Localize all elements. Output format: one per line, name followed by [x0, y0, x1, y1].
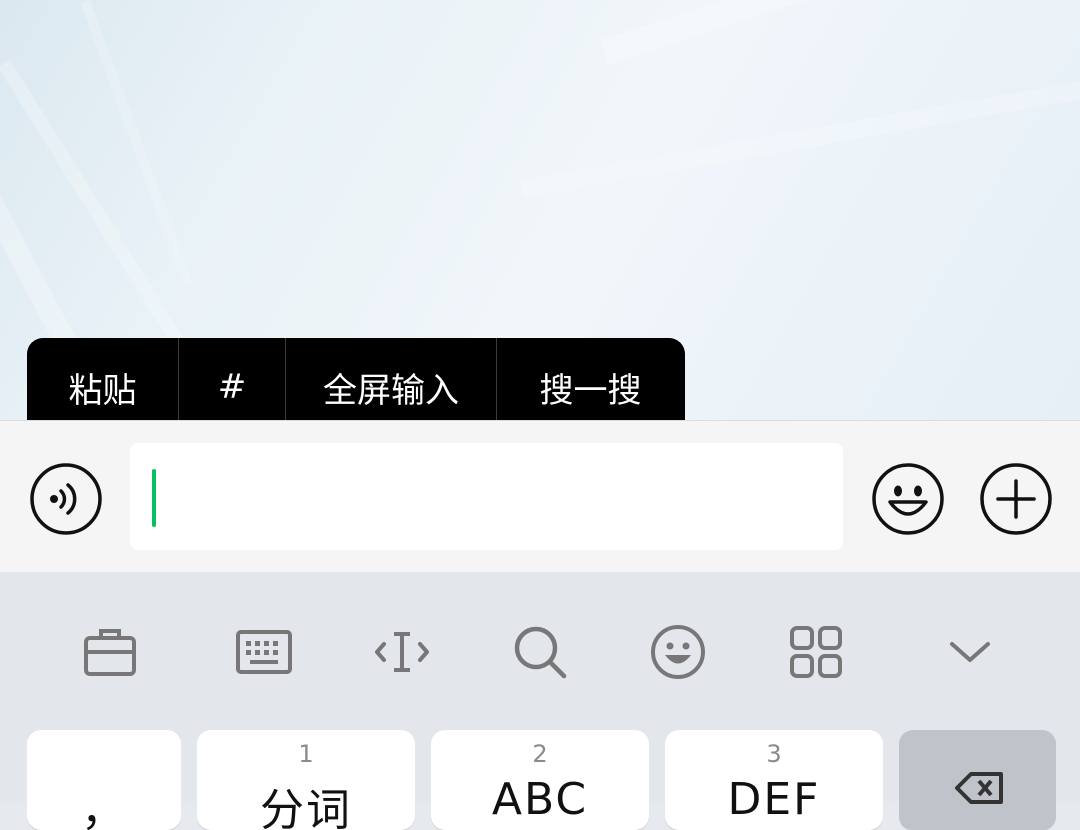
key-1-fenci[interactable]: 1 分词: [197, 730, 415, 830]
clipboard-icon: [84, 629, 136, 676]
keyboard-icon: [236, 630, 292, 674]
message-input[interactable]: [130, 443, 843, 550]
emoji-button[interactable]: [871, 462, 945, 536]
apps-icon: [790, 626, 842, 678]
plus-icon: [980, 463, 1052, 535]
search-icon: [514, 626, 567, 679]
text-caret: [152, 469, 156, 527]
keyboard-emoji-button[interactable]: [648, 622, 708, 682]
collapse-keyboard-button[interactable]: [940, 622, 1000, 682]
backspace-icon: [955, 772, 1003, 804]
keyboard-switch-button[interactable]: [234, 622, 294, 682]
apps-button[interactable]: [786, 622, 846, 682]
cursor-icon: [375, 632, 429, 672]
voice-button[interactable]: [29, 462, 103, 536]
key-label: ABC: [491, 774, 589, 825]
plus-button[interactable]: [979, 462, 1053, 536]
key-number: 1: [298, 740, 314, 768]
cursor-button[interactable]: [372, 622, 432, 682]
key-label: ，: [81, 785, 127, 830]
voice-icon: [30, 463, 102, 535]
key-comma[interactable]: ，: [27, 730, 181, 830]
key-number: 2: [532, 740, 548, 768]
key-2-abc[interactable]: 2 ABC: [431, 730, 649, 830]
key-3-def[interactable]: 3 DEF: [665, 730, 883, 830]
key-backspace[interactable]: [899, 730, 1056, 830]
chevron-down-icon: [950, 642, 990, 662]
emoji-icon: [872, 463, 944, 535]
search-button[interactable]: [510, 622, 570, 682]
emoji-icon: [651, 625, 705, 679]
key-number: 3: [766, 740, 782, 768]
clipboard-button[interactable]: [80, 622, 140, 682]
keyboard: ， 1 分词 2 ABC 3 DEF: [0, 572, 1080, 830]
key-label: DEF: [727, 774, 821, 825]
chat-input-bar: [0, 420, 1080, 573]
key-label: 分词: [260, 785, 352, 830]
